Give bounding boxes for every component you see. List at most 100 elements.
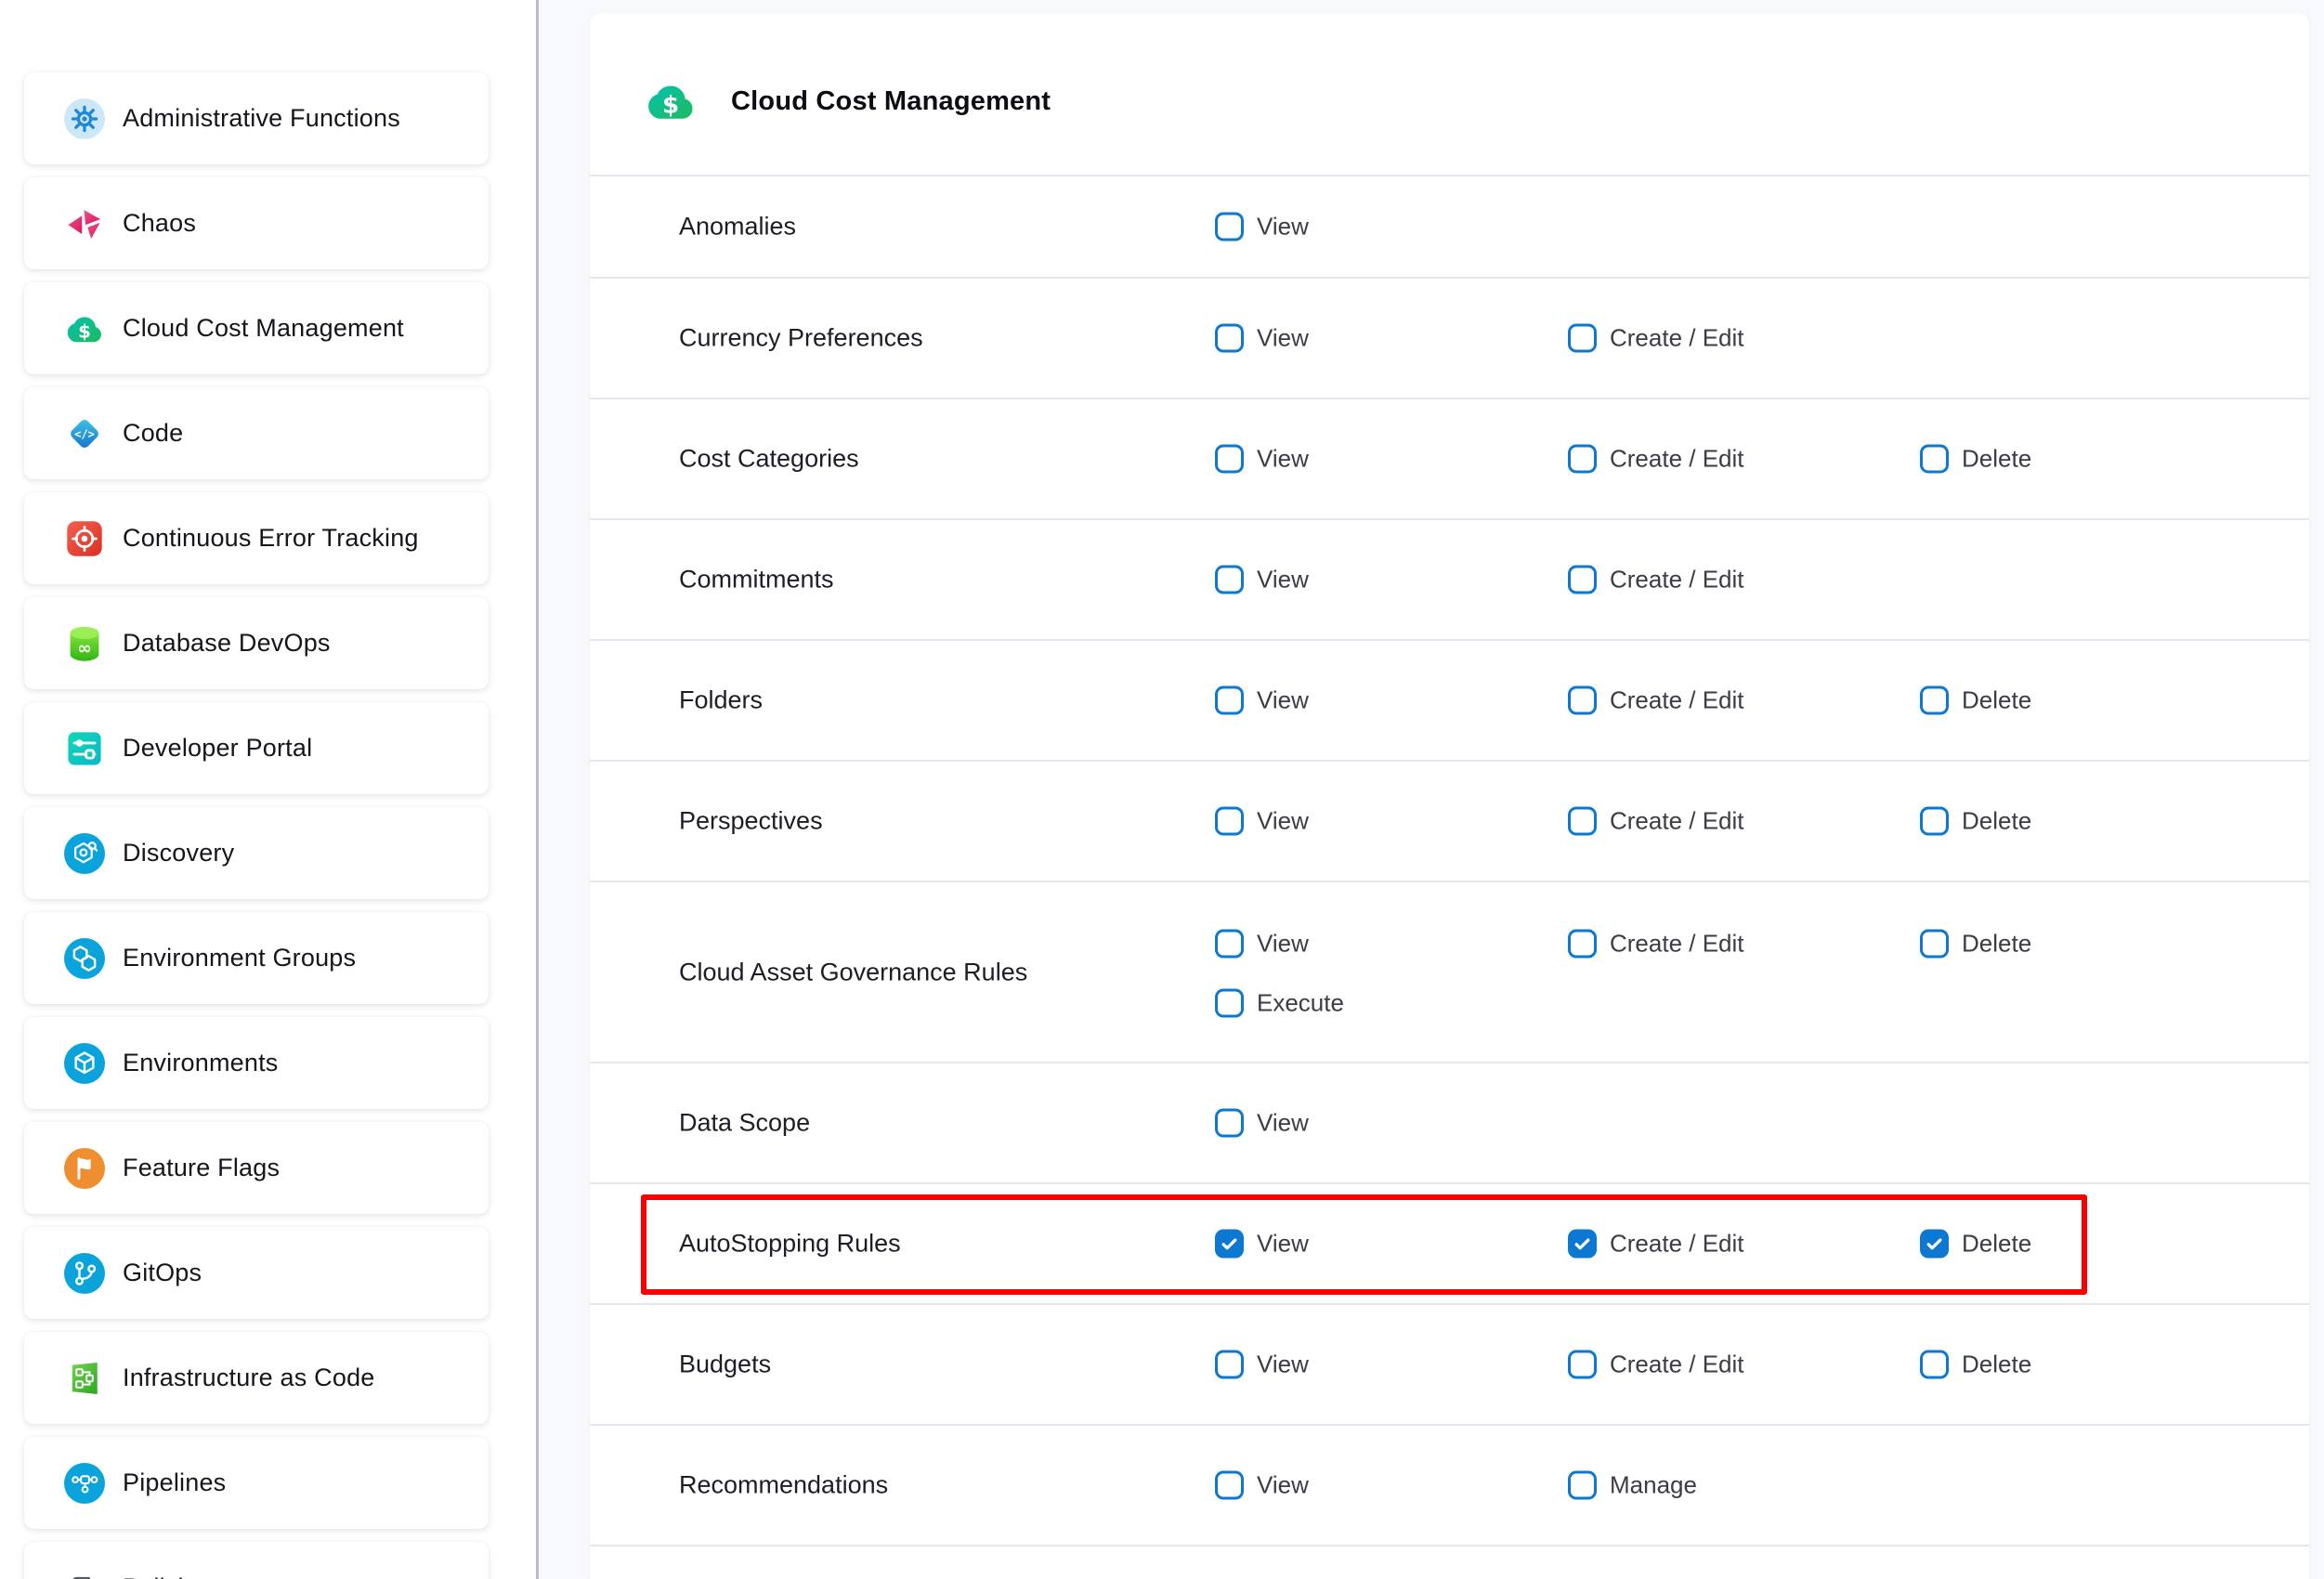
sidebar-item-label: Code [123,419,183,448]
view-checkbox[interactable] [1215,324,1244,353]
execute-checkbox[interactable] [1215,989,1244,1018]
resource-label: Data Scope [679,1109,810,1138]
create-edit-checkbox[interactable] [1568,807,1597,836]
permission-label[interactable]: Create / Edit [1610,566,1744,594]
permission-row-commitments: CommitmentsViewCreate / Edit [590,520,2309,641]
permission-label[interactable]: View [1257,807,1309,836]
permission-label[interactable]: View [1257,1471,1309,1500]
view-checkbox[interactable] [1215,930,1244,959]
permission-label[interactable]: Delete [1962,445,2031,474]
delete-checkbox[interactable] [1920,1351,1949,1379]
manage-checkbox[interactable] [1568,1471,1597,1500]
sidebar-item-label: Infrastructure as Code [123,1364,375,1392]
permission-label[interactable]: Delete [1962,1351,2031,1379]
sidebar-item-label: Environments [123,1049,278,1077]
create-edit-checkbox[interactable] [1568,1351,1597,1379]
sidebar-item-label: Chaos [123,209,196,238]
delete-checkbox[interactable] [1920,807,1949,836]
view-permission: View [1215,566,1309,594]
view-permission: View [1215,1351,1309,1379]
permission-label[interactable]: Create / Edit [1610,1230,1744,1259]
create-edit-permission: Create / Edit [1568,324,1744,353]
create-edit-checkbox[interactable] [1568,324,1597,353]
view-checkbox[interactable] [1215,686,1244,715]
sidebar-item-label: GitOps [123,1259,202,1287]
sidebar-item-developer-portal[interactable]: Developer Portal [24,702,489,794]
code-diamond-icon: </> [64,413,105,454]
view-checkbox[interactable] [1215,213,1244,241]
permission-label[interactable]: Create / Edit [1610,686,1744,715]
sidebar-item-database-devops[interactable]: ∞Database DevOps [24,597,489,689]
permission-row-autostopping-rules: AutoStopping Rules View Create / Edit Delet… [590,1184,2309,1305]
view-checkbox[interactable] [1215,1471,1244,1500]
sidebar-item-code[interactable]: </> Code [24,387,489,479]
delete-permission: Delete [1920,930,2031,959]
permission-label[interactable]: View [1257,1230,1309,1259]
create-edit-checkbox[interactable] [1568,445,1597,474]
permission-label[interactable]: Delete [1962,807,2031,836]
sidebar-divider [536,0,539,1579]
permission-label[interactable]: View [1257,930,1309,959]
create-edit-checkbox[interactable] [1568,930,1597,959]
permission-label[interactable]: View [1257,566,1309,594]
permission-label[interactable]: Create / Edit [1610,445,1744,474]
resource-label: Folders [679,686,763,715]
permission-label[interactable]: Delete [1962,930,2031,959]
permission-label[interactable]: View [1257,213,1309,241]
view-checkbox[interactable] [1215,807,1244,836]
permission-label[interactable]: Manage [1610,1471,1697,1500]
sidebar-item-infrastructure-as-code[interactable]: Infrastructure as Code [24,1332,489,1424]
create-edit-permission: Create / Edit [1568,1230,1744,1259]
view-checkbox[interactable] [1215,1109,1244,1138]
create-edit-permission: Create / Edit [1568,807,1744,836]
permission-label[interactable]: Create / Edit [1610,324,1744,353]
create-edit-checkbox[interactable] [1568,686,1597,715]
permission-label[interactable]: Create / Edit [1610,930,1744,959]
sidebar-item-discovery[interactable]: Discovery [24,807,489,899]
sidebar-item-chaos[interactable]: Chaos [24,177,489,269]
permission-label[interactable]: View [1257,324,1309,353]
page-title: Cloud Cost Management [731,86,1051,117]
permission-label[interactable]: Create / Edit [1610,807,1744,836]
delete-checkbox[interactable] [1920,445,1949,474]
sidebar-item-gitops[interactable]: GitOps [24,1227,489,1319]
view-checkbox[interactable] [1215,1230,1244,1259]
view-checkbox[interactable] [1215,566,1244,594]
delete-permission: Delete [1920,1230,2031,1259]
sidebar-item-continuous-error-tracking[interactable]: Continuous Error Tracking [24,492,489,584]
permission-label[interactable]: View [1257,1109,1309,1138]
resource-label: AutoStopping Rules [679,1230,901,1259]
permission-label[interactable]: View [1257,1351,1309,1379]
svg-text:$: $ [78,320,91,342]
sidebar-item-label: Administrative Functions [123,104,400,133]
database-infinity-icon: ∞ [64,623,105,664]
permission-label[interactable]: Delete [1962,686,2031,715]
sidebar-item-administrative-functions[interactable]: Administrative Functions [24,72,489,164]
permission-label[interactable]: Create / Edit [1610,1351,1744,1379]
permission-row-currency-preferences: Currency PreferencesViewCreate / Edit [590,279,2309,399]
sidebar-item-environment-groups[interactable]: Environment Groups [24,912,489,1004]
permission-label[interactable]: View [1257,445,1309,474]
create-edit-checkbox[interactable] [1568,566,1597,594]
delete-checkbox[interactable] [1920,1230,1949,1259]
view-checkbox[interactable] [1215,1351,1244,1379]
svg-text:$: $ [662,91,679,119]
sidebar-item-cloud-cost-management[interactable]: $Cloud Cost Management [24,282,489,374]
svg-text:</>: </> [74,427,95,440]
view-permission: View [1215,445,1309,474]
sidebar-item-policies[interactable]: Policies [24,1542,489,1579]
sidebar-item-environments[interactable]: Environments [24,1017,489,1109]
delete-checkbox[interactable] [1920,930,1949,959]
delete-checkbox[interactable] [1920,686,1949,715]
sidebar-item-feature-flags[interactable]: Feature Flags [24,1122,489,1214]
permission-row-cloud-asset-governance-rules: Cloud Asset Governance Rules View Create /… [590,882,2309,1064]
permission-label[interactable]: View [1257,686,1309,715]
resource-label: Cloud Asset Governance Rules [679,958,1027,986]
create-edit-checkbox[interactable] [1568,1230,1597,1259]
permission-label[interactable]: Delete [1962,1230,2031,1259]
permission-row-cost-categories: Cost CategoriesViewCreate / EditDelete [590,399,2309,520]
sidebar-item-pipelines[interactable]: Pipelines [24,1437,489,1529]
permission-label[interactable]: Execute [1257,989,1344,1018]
view-checkbox[interactable] [1215,445,1244,474]
target-icon [64,518,105,559]
